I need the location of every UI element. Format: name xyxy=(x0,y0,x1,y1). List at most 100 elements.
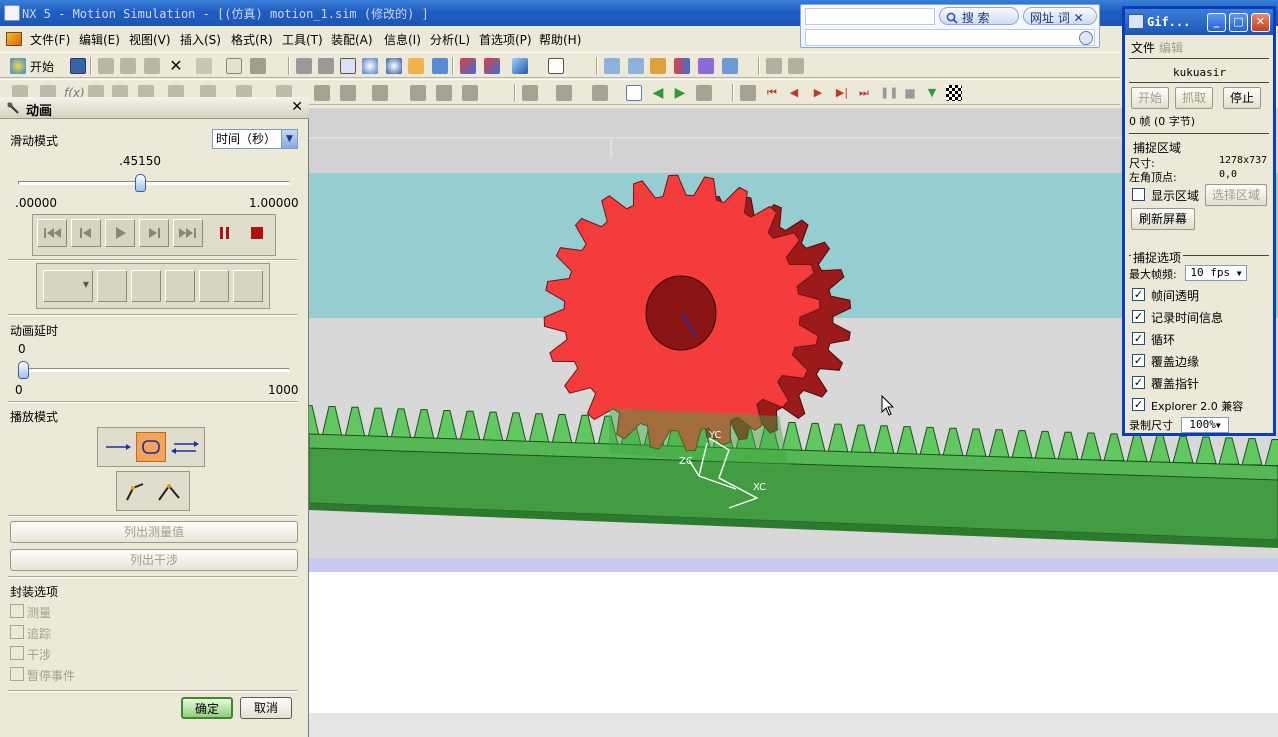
chevron-down-icon[interactable]: ▼ xyxy=(281,130,297,148)
trace-icon-2[interactable] xyxy=(131,270,161,302)
dimension-icon[interactable] xyxy=(766,58,782,74)
record-size-select[interactable]: 100%▼ xyxy=(1181,417,1229,433)
nx-app-icon[interactable] xyxy=(4,5,20,21)
copy-icon[interactable] xyxy=(120,58,136,74)
render-icon[interactable] xyxy=(432,58,448,74)
checklist-icon[interactable] xyxy=(626,85,642,101)
gif-capture-button[interactable]: 抓取 xyxy=(1175,87,1213,109)
move-icon[interactable] xyxy=(250,58,266,74)
point-icon[interactable] xyxy=(604,58,620,74)
vector-icon[interactable] xyxy=(628,58,644,74)
max-fps-select[interactable]: 10 fps ▼ xyxy=(1185,265,1247,281)
play-button[interactable] xyxy=(105,219,135,247)
interference-checkbox[interactable] xyxy=(10,646,24,660)
step-back-icon[interactable]: ◀ xyxy=(786,85,802,101)
gif-menu-edit[interactable]: 编辑 xyxy=(1159,39,1183,56)
menu-assembly[interactable]: 装配(A) xyxy=(331,31,373,48)
list-interference-button[interactable]: 列出干涉 xyxy=(10,549,298,571)
select-area-button[interactable]: 选择区域 xyxy=(1205,184,1267,206)
stop-button[interactable] xyxy=(243,219,271,247)
snap-start-button[interactable] xyxy=(121,478,151,506)
step-back-button[interactable] xyxy=(71,219,101,247)
menu-analysis[interactable]: 分析(L) xyxy=(430,31,470,48)
menu-insert[interactable]: 插入(S) xyxy=(180,31,221,48)
solution-icon[interactable] xyxy=(522,85,538,101)
trace-icon-1[interactable] xyxy=(97,270,127,302)
undo-icon[interactable] xyxy=(196,58,212,74)
info-icon[interactable] xyxy=(698,58,714,74)
option-pointer-checkbox[interactable]: ✓ xyxy=(1132,376,1145,389)
snap-end-button[interactable] xyxy=(155,478,185,506)
fast-forward-icon[interactable]: ⏭ xyxy=(856,85,872,101)
menu-app-icon[interactable] xyxy=(6,32,22,46)
layout-icon[interactable] xyxy=(548,58,564,74)
pause-icon[interactable]: ❚❚ xyxy=(880,85,898,101)
delay-slider-thumb[interactable] xyxy=(18,361,29,379)
step-forward-icon[interactable]: ▶| xyxy=(834,85,850,101)
filter-icon[interactable] xyxy=(722,58,738,74)
go-icon[interactable] xyxy=(1079,31,1093,45)
start-icon[interactable] xyxy=(10,58,26,74)
finish-flag-icon[interactable] xyxy=(946,85,962,101)
fit-icon[interactable] xyxy=(296,58,312,74)
pause-button[interactable] xyxy=(211,219,239,247)
zoom-box-icon[interactable] xyxy=(318,58,334,74)
option-explorer-checkbox[interactable]: ✓ xyxy=(1132,398,1145,411)
gif-app-icon[interactable] xyxy=(1128,14,1144,29)
gif-menu-file[interactable]: 文件 xyxy=(1131,39,1155,56)
rack-joint-icon[interactable] xyxy=(410,85,426,101)
angle-icon[interactable] xyxy=(788,58,804,74)
time-slider[interactable] xyxy=(18,181,290,185)
results-icon[interactable] xyxy=(592,85,608,101)
analyze-icon[interactable] xyxy=(674,58,690,74)
slide-mode-select[interactable]: 时间（秒） ▼ xyxy=(212,129,298,149)
gear-joint-icon[interactable] xyxy=(372,85,388,101)
reset-icon[interactable] xyxy=(696,85,712,101)
rewind-to-start-button[interactable] xyxy=(37,219,67,247)
maximize-button[interactable]: □ xyxy=(1229,13,1248,32)
ping-pong-button[interactable] xyxy=(170,434,200,460)
trace-icon-4[interactable] xyxy=(199,270,229,302)
play-once-button[interactable] xyxy=(102,434,132,460)
ok-button[interactable]: 确定 xyxy=(181,697,233,719)
fast-forward-button[interactable] xyxy=(173,219,203,247)
stop-icon[interactable]: ■ xyxy=(902,85,918,101)
zoom-icon[interactable] xyxy=(340,58,356,74)
menu-tools[interactable]: 工具(T) xyxy=(282,31,323,48)
menu-info[interactable]: 信息(I) xyxy=(384,31,421,48)
save-icon[interactable] xyxy=(70,58,86,74)
rewind-to-start-icon[interactable]: ⏮ xyxy=(764,85,780,101)
option-transparent-checkbox[interactable]: ✓ xyxy=(1132,288,1145,301)
minimize-button[interactable]: _ xyxy=(1207,13,1226,32)
gif-start-button[interactable]: 开始 xyxy=(1131,87,1169,109)
animation-icon[interactable] xyxy=(740,85,756,101)
list-measurements-button[interactable]: 列出测量值 xyxy=(10,521,298,543)
option-edge-checkbox[interactable]: ✓ xyxy=(1132,354,1145,367)
play-icon[interactable]: ▶ xyxy=(810,85,826,101)
cable-icon[interactable] xyxy=(436,85,452,101)
pin-icon[interactable] xyxy=(6,101,20,115)
view-cube-icon[interactable] xyxy=(512,58,528,74)
curve-contact-icon[interactable] xyxy=(340,85,356,101)
arrow-left-icon[interactable]: ◀ xyxy=(650,85,666,101)
trace-icon-3[interactable] xyxy=(165,270,195,302)
option-loop-checkbox[interactable]: ✓ xyxy=(1132,332,1145,345)
magnify-icon[interactable] xyxy=(362,58,378,74)
cancel-button[interactable]: 取消 xyxy=(240,697,292,719)
rotate-icon[interactable] xyxy=(386,58,402,74)
address-input[interactable] xyxy=(805,29,1095,46)
trace-icon-5[interactable] xyxy=(233,270,263,302)
pause-event-checkbox[interactable] xyxy=(10,667,24,681)
wireframe-icon[interactable] xyxy=(484,58,500,74)
trace-checkbox[interactable] xyxy=(10,625,24,639)
contact-icon[interactable] xyxy=(314,85,330,101)
close-icon[interactable]: ✕ xyxy=(1074,11,1084,25)
selection-icon[interactable] xyxy=(226,58,242,74)
solve-icon[interactable] xyxy=(556,85,572,101)
menu-help[interactable]: 帮助(H) xyxy=(539,31,581,48)
menu-preferences[interactable]: 首选项(P) xyxy=(479,31,532,48)
search-input[interactable] xyxy=(805,8,935,25)
measure-checkbox[interactable] xyxy=(10,604,24,618)
delete-icon[interactable]: ✕ xyxy=(168,58,184,74)
show-area-checkbox[interactable] xyxy=(1132,188,1145,201)
